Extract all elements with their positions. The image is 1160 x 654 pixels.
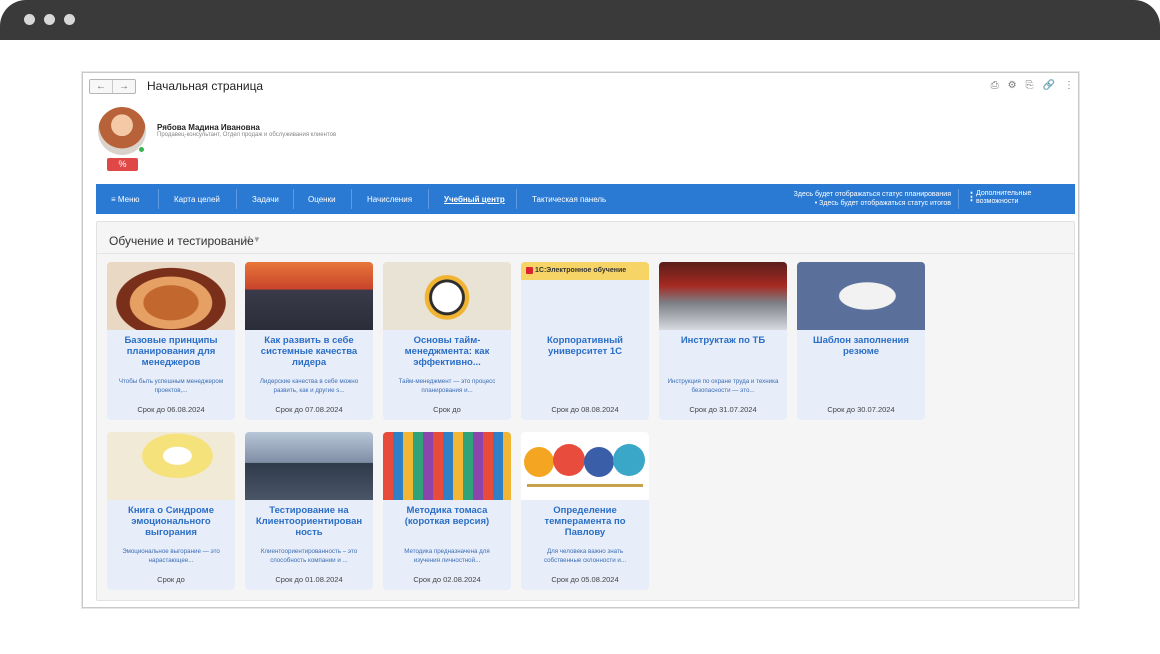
course-card[interactable]: Как развить в себе системные качества ли…	[245, 262, 373, 420]
training-section: Обучение и тестирование M ▼ Базовые прин…	[96, 221, 1075, 601]
filter-icon[interactable]: M ▼	[244, 235, 261, 244]
course-image-colorful-people	[383, 432, 511, 500]
window-header: ← → Начальная страница ⎙ ⚙ ⎘ 🔗 ⋮	[83, 73, 1078, 99]
nav-divider	[516, 189, 517, 209]
link-icon[interactable]: 🔗	[1043, 80, 1055, 91]
course-card[interactable]: Инструктаж по ТБ Инструкция по охране тр…	[659, 262, 787, 420]
course-card[interactable]: Шаблон заполнения резюме Срок до 30.07.2…	[797, 262, 925, 420]
course-image-burnout	[107, 432, 235, 500]
results-status-text: • Здесь будет отображаться статус итогов	[814, 200, 951, 207]
course-description: Лидерские качества в себе можно развить,…	[259, 378, 359, 394]
course-image-meeting	[107, 262, 235, 330]
planning-status-text: Здесь будет отображаться статус планиров…	[793, 191, 951, 198]
section-title: Обучение и тестирование	[109, 234, 254, 248]
course-title: Как развить в себе системные качества ли…	[260, 335, 358, 368]
course-due-date: Срок до 07.08.2024	[275, 405, 343, 414]
settings-icon[interactable]: ⚙	[1008, 80, 1017, 91]
course-description: Инструкция по охране труда и техника без…	[667, 378, 779, 394]
status-info: Здесь будет отображаться статус планиров…	[794, 190, 951, 208]
course-due-date: Срок до 02.08.2024	[413, 575, 481, 584]
user-role: Продавец-консультант, Отдел продаж и обс…	[157, 132, 337, 138]
window-dot-icon[interactable]	[44, 14, 55, 25]
menu-button[interactable]: ≡ Меню	[111, 195, 140, 204]
temperament-faces-icon	[524, 444, 645, 487]
nav-divider	[293, 189, 294, 209]
course-description: Чтобы быть успешным менеджером проектов,…	[118, 378, 224, 394]
nav-item-ratings[interactable]: Оценки	[308, 195, 336, 204]
course-due-date: Срок до	[433, 405, 461, 414]
course-card[interactable]: Базовые принципы планирования для менедж…	[107, 262, 235, 420]
header-tools: ⎙ ⚙ ⎘ 🔗 ⋮	[991, 80, 1074, 91]
nav-item-tactical-panel[interactable]: Тактическая панель	[532, 195, 606, 204]
course-due-date: Срок до 06.08.2024	[137, 405, 205, 414]
more-vertical-icon[interactable]: ⋮	[1064, 80, 1074, 91]
more-options-button[interactable]: Дополнительные возможности	[976, 190, 1031, 206]
nav-divider	[351, 189, 352, 209]
course-card[interactable]: Методика томаса (короткая версия) Методи…	[383, 432, 511, 590]
course-due-date: Срок до	[157, 575, 185, 584]
course-image-leaders	[245, 262, 373, 330]
history-nav: ← →	[89, 79, 136, 94]
course-due-date: Срок до 01.08.2024	[275, 575, 343, 584]
course-image-temperaments	[521, 432, 649, 500]
more-options-label-2: возможности	[976, 198, 1019, 205]
nav-divider	[958, 189, 959, 209]
course-description: Методика предназначена для изучения личн…	[404, 548, 490, 564]
nav-item-goals-map[interactable]: Карта целей	[174, 195, 220, 204]
course-title: Шаблон заполнения резюме	[813, 335, 909, 357]
progress-badge[interactable]: %	[107, 158, 138, 171]
course-due-date: Срок до 05.08.2024	[551, 575, 619, 584]
provider-badge-label: 1С:Электронное обучение	[535, 267, 627, 274]
course-image-alarm-clock	[383, 262, 511, 330]
course-card[interactable]: Тестирование на Клиентоориентирован ност…	[245, 432, 373, 590]
course-card[interactable]: Определение темперамента по Павлову Для …	[521, 432, 649, 590]
nav-divider	[236, 189, 237, 209]
course-title: Основы тайм-менеджмента: как эффективно.…	[404, 335, 490, 368]
course-title: Корпоративный университет 1С	[546, 335, 624, 357]
window-dot-icon[interactable]	[64, 14, 75, 25]
course-title: Определение темперамента по Павлову	[544, 505, 626, 538]
course-image-resume	[797, 262, 925, 330]
nav-item-training-center[interactable]: Учебный центр	[444, 195, 505, 204]
course-description: Клиентоориентированность – это способнос…	[260, 548, 358, 564]
course-title: Методика томаса (короткая версия)	[404, 505, 490, 527]
nav-item-tasks[interactable]: Задачи	[252, 195, 279, 204]
course-due-date: Срок до 31.07.2024	[689, 405, 757, 414]
nav-divider	[428, 189, 429, 209]
course-description: Тайм-менеджмент — это процесс планирован…	[398, 378, 496, 394]
course-description: Для человека важно знать собственные скл…	[543, 548, 627, 564]
back-arrow-icon[interactable]: ←	[90, 80, 112, 93]
course-title: Тестирование на Клиентоориентирован ност…	[255, 505, 363, 538]
online-status-icon	[138, 146, 145, 153]
more-options-label-1: Дополнительные	[976, 190, 1032, 197]
page-title: Начальная страница	[147, 79, 264, 93]
section-divider	[97, 253, 1074, 254]
print-icon[interactable]: ⎙	[991, 80, 999, 91]
1c-logo-icon	[526, 267, 533, 274]
course-image-crowd	[245, 432, 373, 500]
browser-title-bar	[0, 0, 1160, 40]
course-card[interactable]: 1С:Электронное обучение Корпоративный ун…	[521, 262, 649, 420]
course-card[interactable]: Книга о Синдроме эмоционального выгорани…	[107, 432, 235, 590]
forward-arrow-icon[interactable]: →	[112, 80, 135, 93]
course-due-date: Срок до 30.07.2024	[827, 405, 895, 414]
main-nav-bar: ≡ Меню Карта целей Задачи Оценки Начисле…	[96, 184, 1075, 214]
nav-item-accruals[interactable]: Начисления	[367, 195, 412, 204]
app-window: ← → Начальная страница ⎙ ⚙ ⎘ 🔗 ⋮ % Рябов…	[82, 72, 1079, 608]
course-title: Книга о Синдроме эмоционального выгорани…	[128, 505, 214, 538]
user-name: Рябова Мадина Ивановна	[157, 123, 260, 132]
preview-icon[interactable]: ⎘	[1026, 80, 1034, 91]
course-title: Базовые принципы планирования для менедж…	[124, 335, 218, 368]
course-image-fire-truck	[659, 262, 787, 330]
course-title: Инструктаж по ТБ	[680, 335, 766, 346]
course-description: Эмоциональное выгорание — это нарастающе…	[122, 548, 220, 564]
nav-divider	[158, 189, 159, 209]
course-due-date: Срок до 08.08.2024	[551, 405, 619, 414]
course-card[interactable]: Основы тайм-менеджмента: как эффективно.…	[383, 262, 511, 420]
window-dot-icon[interactable]	[24, 14, 35, 25]
